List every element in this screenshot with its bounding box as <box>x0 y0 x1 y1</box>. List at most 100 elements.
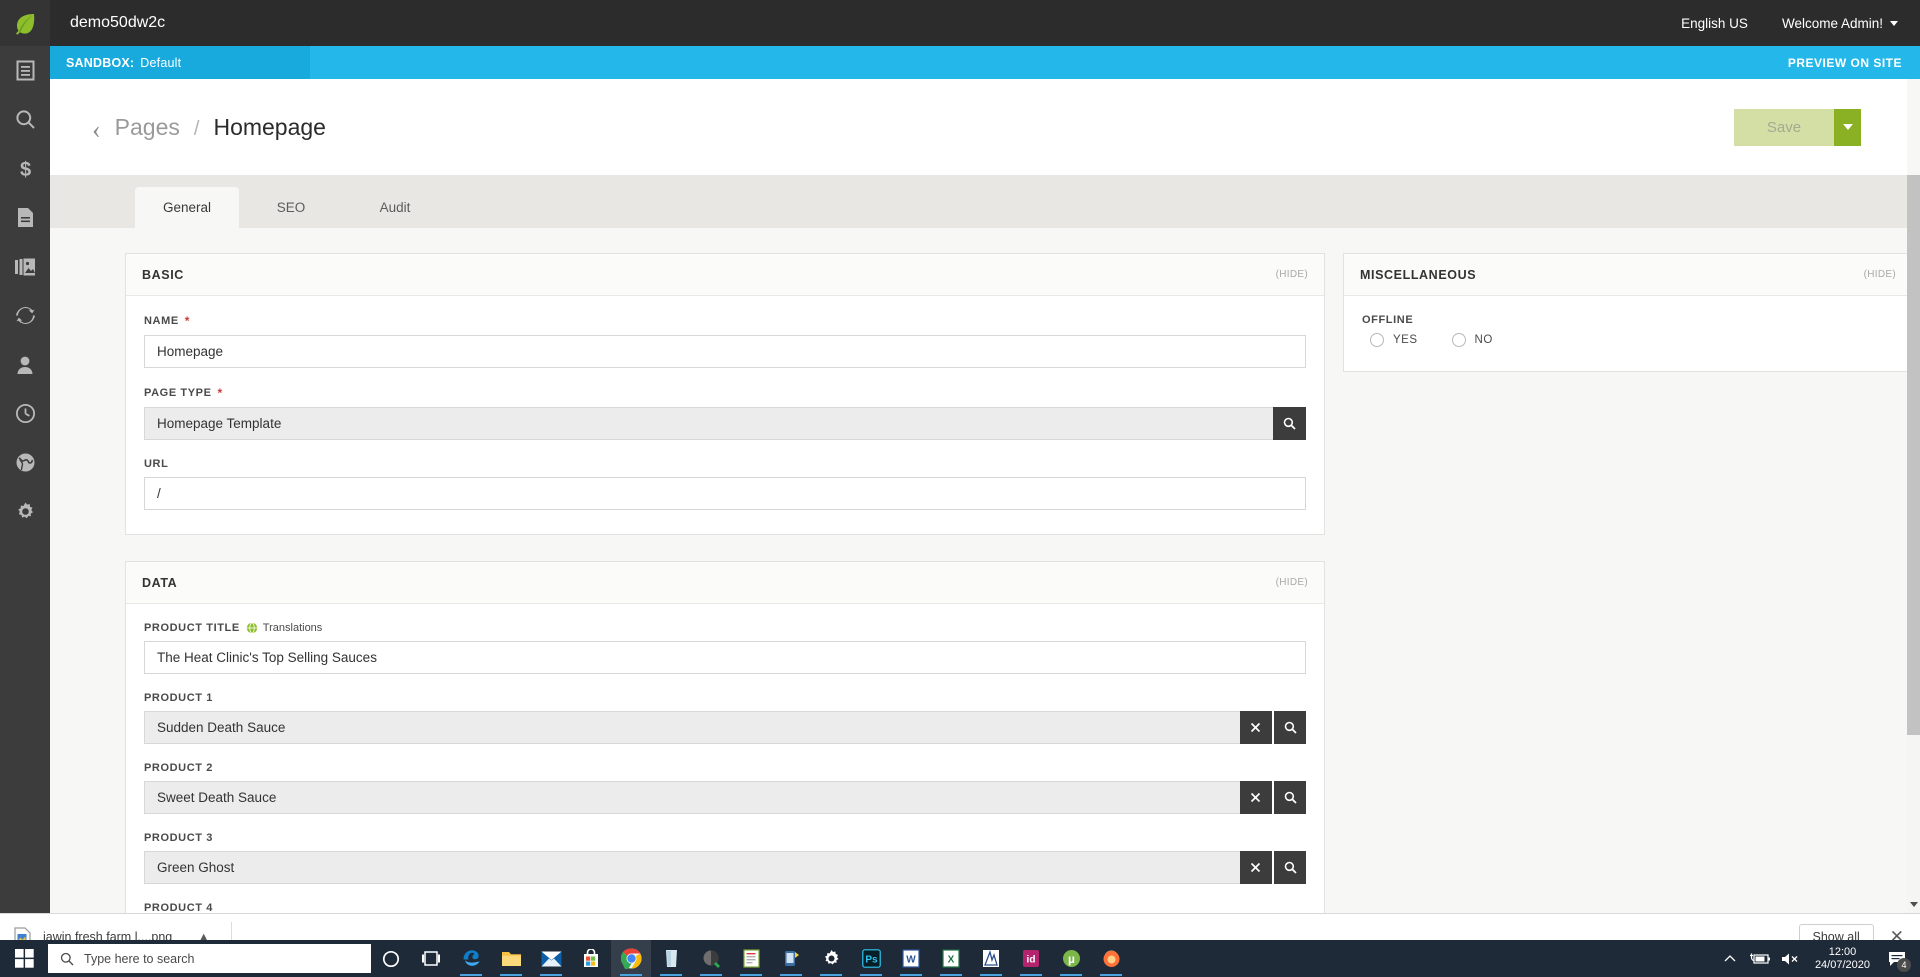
settings-gear-icon[interactable] <box>811 940 851 977</box>
product-title-label: PRODUCT TITLE <box>144 622 240 634</box>
leaf-logo-icon[interactable] <box>0 0 50 46</box>
sandbox-label: SANDBOX: <box>66 55 135 70</box>
sidebar-item-users[interactable] <box>0 340 50 389</box>
search-icon <box>60 952 74 965</box>
breadcrumb-parent[interactable]: Pages <box>115 114 180 141</box>
clear-x-icon <box>1251 792 1261 803</box>
product-2-search-button[interactable] <box>1273 781 1307 814</box>
excel-icon[interactable]: X <box>931 940 971 977</box>
url-label-row: URL <box>144 458 1306 470</box>
page-type-input[interactable] <box>144 407 1273 440</box>
app-icon-4[interactable] <box>971 940 1011 977</box>
sidebar-item-settings[interactable] <box>0 487 50 536</box>
file-explorer-icon[interactable] <box>491 940 531 977</box>
translations-link[interactable]: Translations <box>246 622 322 634</box>
search-icon <box>1284 861 1297 874</box>
mail-icon[interactable] <box>531 940 571 977</box>
battery-charging-icon[interactable] <box>1745 940 1775 977</box>
chevron-down-icon <box>1890 20 1898 26</box>
taskbar-items: Ps W X id µ <box>371 940 1131 977</box>
name-input[interactable] <box>144 335 1306 368</box>
account-menu[interactable]: Welcome Admin! <box>1782 16 1898 31</box>
product-3-field-group: PRODUCT 3 <box>144 832 1307 884</box>
sandbox-bar: SANDBOX: Default PREVIEW ON SITE <box>50 46 1920 79</box>
content-area: General SEO Audit BASIC (HIDE) NAME * Ho… <box>50 175 1907 913</box>
tab-general[interactable]: General <box>135 187 239 228</box>
app-icon-2[interactable] <box>691 940 731 977</box>
save-dropdown-button[interactable] <box>1834 108 1861 146</box>
sidebar-item-pages[interactable] <box>0 46 50 95</box>
chevron-left-icon[interactable]: ‹ <box>92 116 101 143</box>
product-2-clear-button[interactable] <box>1239 781 1272 814</box>
svg-text:Ps: Ps <box>865 955 878 966</box>
word-icon[interactable]: W <box>891 940 931 977</box>
name-label-row: NAME * <box>144 314 1306 328</box>
notifications-icon[interactable]: 4 <box>1880 940 1914 977</box>
notepad-icon[interactable] <box>731 940 771 977</box>
taskbar-search-input[interactable]: Type here to search <box>48 944 371 973</box>
breadcrumb: ‹ Pages / Homepage <box>92 114 326 143</box>
tray-overflow-chevron-up-icon[interactable] <box>1715 940 1745 977</box>
name-label: NAME <box>144 315 179 327</box>
taskbar-clock[interactable]: 12:00 24/07/2020 <box>1805 946 1880 972</box>
save-button[interactable]: Save <box>1734 108 1834 146</box>
product-3-search-button[interactable] <box>1273 851 1307 884</box>
chrome-icon[interactable] <box>611 940 651 977</box>
microsoft-store-icon[interactable] <box>571 940 611 977</box>
vertical-scrollbar[interactable] <box>1907 175 1920 913</box>
page-type-search-button[interactable] <box>1272 407 1306 440</box>
basic-panel-title: BASIC <box>142 267 184 282</box>
photoshop-icon[interactable]: Ps <box>851 940 891 977</box>
data-panel-hide-toggle[interactable]: (HIDE) <box>1276 577 1308 588</box>
topbar: demo50dw2c English US Welcome Admin! <box>50 0 1920 46</box>
miscellaneous-panel-header: MISCELLANEOUS (HIDE) <box>1344 254 1907 296</box>
sidebar-item-history[interactable] <box>0 389 50 438</box>
sidebar-item-search[interactable] <box>0 95 50 144</box>
tab-audit[interactable]: Audit <box>343 187 447 228</box>
edge-icon[interactable] <box>451 940 491 977</box>
product-3-input[interactable] <box>144 851 1240 884</box>
cortana-icon[interactable] <box>371 940 411 977</box>
miscellaneous-panel-hide-toggle[interactable]: (HIDE) <box>1864 269 1896 280</box>
offline-radio-yes[interactable]: YES <box>1370 333 1418 347</box>
offline-no-label: NO <box>1474 334 1493 346</box>
sidebar-item-files[interactable] <box>0 193 50 242</box>
language-selector[interactable]: English US <box>1681 16 1748 31</box>
save-button-group: Save <box>1734 108 1861 146</box>
sidebar-item-sync[interactable] <box>0 291 50 340</box>
miscellaneous-panel: MISCELLANEOUS (HIDE) OFFLINE YES NO <box>1343 253 1907 372</box>
preview-on-site-button[interactable]: PREVIEW ON SITE <box>1788 56 1902 70</box>
tab-bar: General SEO Audit <box>50 175 1907 228</box>
sidebar-item-media[interactable] <box>0 242 50 291</box>
app-icon-1[interactable] <box>651 940 691 977</box>
product-1-search-button[interactable] <box>1273 711 1307 744</box>
utorrent-icon[interactable]: µ <box>1051 940 1091 977</box>
page-type-field-group: PAGE TYPE * <box>144 386 1306 440</box>
volume-muted-icon[interactable] <box>1775 940 1805 977</box>
scrollbar-thumb[interactable] <box>1907 175 1920 735</box>
miscellaneous-panel-body: OFFLINE YES NO <box>1344 296 1907 371</box>
basic-panel: BASIC (HIDE) NAME * Homepage PAGE TYPE *… <box>125 253 1325 535</box>
product-1-clear-button[interactable] <box>1239 711 1272 744</box>
app-icon-3[interactable] <box>771 940 811 977</box>
task-view-icon[interactable] <box>411 940 451 977</box>
url-input[interactable] <box>144 477 1306 510</box>
product-2-field-group: PRODUCT 2 <box>144 762 1307 814</box>
data-panel-body: PRODUCT TITLE Translations PRODUCT 1 <box>126 604 1324 913</box>
app-icon-5[interactable]: id <box>1011 940 1051 977</box>
offline-radio-no[interactable]: NO <box>1451 333 1493 347</box>
product-1-input[interactable] <box>144 711 1240 744</box>
right-column: MISCELLANEOUS (HIDE) OFFLINE YES NO <box>1343 253 1907 913</box>
scroll-down-arrow-icon[interactable] <box>1907 898 1920 911</box>
basic-panel-hide-toggle[interactable]: (HIDE) <box>1276 269 1308 280</box>
tab-seo[interactable]: SEO <box>239 187 343 228</box>
sidebar-item-sites[interactable] <box>0 438 50 487</box>
product-3-clear-button[interactable] <box>1239 851 1272 884</box>
product-1-input-group <box>144 711 1307 744</box>
search-icon <box>1284 791 1297 804</box>
firefox-icon[interactable] <box>1091 940 1131 977</box>
product-title-input[interactable] <box>144 641 1306 674</box>
windows-start-icon[interactable] <box>0 940 48 977</box>
sidebar-item-commerce[interactable]: $ <box>0 144 50 193</box>
product-2-input[interactable] <box>144 781 1240 814</box>
